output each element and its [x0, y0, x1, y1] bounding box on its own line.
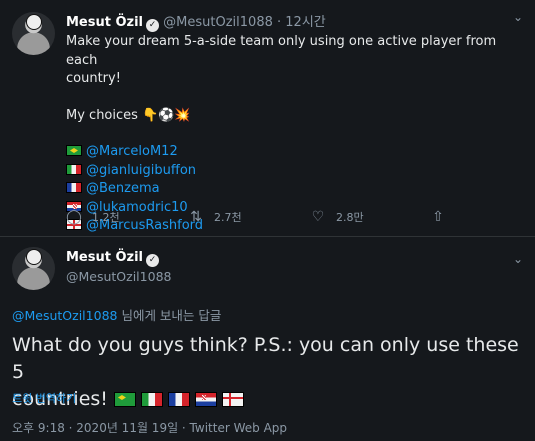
reply-count: 1.2천	[92, 211, 120, 224]
tweet-time[interactable]: 12시간	[285, 15, 325, 30]
author-handle[interactable]: @MesutOzil1088	[163, 15, 273, 30]
more-options-chevron-icon[interactable]: ⌄	[513, 252, 523, 266]
flag-brazil-icon	[113, 392, 136, 407]
mention-link[interactable]: @MarceloM12	[86, 144, 178, 159]
share-button[interactable]: ⇧	[430, 209, 446, 225]
verified-badge-icon: ✓	[146, 19, 160, 32]
retweet-icon: ⇅	[190, 209, 202, 225]
flag-italy-icon	[66, 163, 82, 175]
author-name[interactable]: Mesut Özil ✓	[66, 250, 160, 267]
tweet-original[interactable]: Mesut Özil ✓ @MesutOzil1088 · 12시간 ⌄ Make…	[0, 0, 535, 235]
tweet-main-text: What do you guys think? P.S.: you can on…	[12, 332, 527, 413]
heart-icon: ♡	[311, 209, 325, 225]
reply-bubble-icon: ◯	[66, 209, 82, 225]
reply-button[interactable]: ◯ 1.2천	[66, 209, 120, 225]
main-text-line1: What do you guys think? P.S.: you can on…	[12, 334, 519, 383]
like-button[interactable]: ♡ 2.8만	[310, 209, 364, 225]
choices-emoji: 👇⚽💥	[142, 107, 191, 123]
translate-tweet-link[interactable]: 트윗 번역하기	[12, 390, 76, 406]
mention-link[interactable]: @Benzema	[86, 181, 160, 196]
avatar[interactable]	[12, 247, 55, 290]
like-count: 2.8만	[336, 211, 364, 224]
tweet-meta[interactable]: 오후 9:18 · 2020년 11월 19일 · Twitter Web Ap…	[12, 419, 287, 436]
choices-label: My choices	[66, 107, 138, 123]
flag-france-icon	[167, 392, 190, 407]
flag-france-icon	[66, 182, 82, 193]
replying-label: 님에게 보내는 답글	[121, 308, 222, 323]
share-icon: ⇧	[432, 209, 444, 225]
tweet-text-line2: country!	[66, 71, 121, 86]
flag-england-icon	[221, 392, 244, 407]
mention-row: @gianluigibuffon	[66, 162, 526, 181]
divider	[0, 236, 535, 237]
author-handle[interactable]: @MesutOzil1088	[66, 269, 171, 284]
verified-badge-icon: ✓	[146, 254, 160, 267]
tweet-header: Mesut Özil ✓ @MesutOzil1088 · 12시간	[66, 11, 326, 32]
football-icon	[26, 249, 42, 265]
replying-to: @MesutOzil1088 님에게 보내는 답글	[12, 305, 221, 324]
mention-row: @MarceloM12	[66, 143, 526, 162]
replying-mention-link[interactable]: @MesutOzil1088	[12, 308, 117, 323]
football-icon	[26, 14, 42, 30]
mention-row: @lukamodric10	[66, 199, 526, 218]
mention-row: @Benzema	[66, 180, 526, 199]
avatar[interactable]	[12, 12, 55, 55]
author-name-text: Mesut Özil	[66, 250, 144, 265]
more-options-chevron-icon[interactable]: ⌄	[513, 10, 523, 24]
retweet-button[interactable]: ⇅ 2.7천	[188, 209, 242, 225]
retweet-count: 2.7천	[214, 211, 242, 224]
flag-croatia-icon	[194, 392, 217, 407]
separator-dot: ·	[277, 15, 282, 30]
tweet-text-line1: Make your dream 5-a-side team only using…	[66, 34, 497, 68]
main-text-line2: countries!	[12, 386, 527, 413]
mention-row: @MarcusRashford	[66, 217, 526, 236]
flag-italy-icon	[140, 392, 163, 407]
choices-line: My choices 👇⚽💥	[66, 107, 526, 126]
mention-link[interactable]: @gianluigibuffon	[86, 163, 196, 178]
tweet-text: Make your dream 5-a-side team only using…	[66, 33, 526, 236]
author-name[interactable]: Mesut Özil	[66, 15, 143, 30]
flag-brazil-icon	[66, 145, 82, 156]
